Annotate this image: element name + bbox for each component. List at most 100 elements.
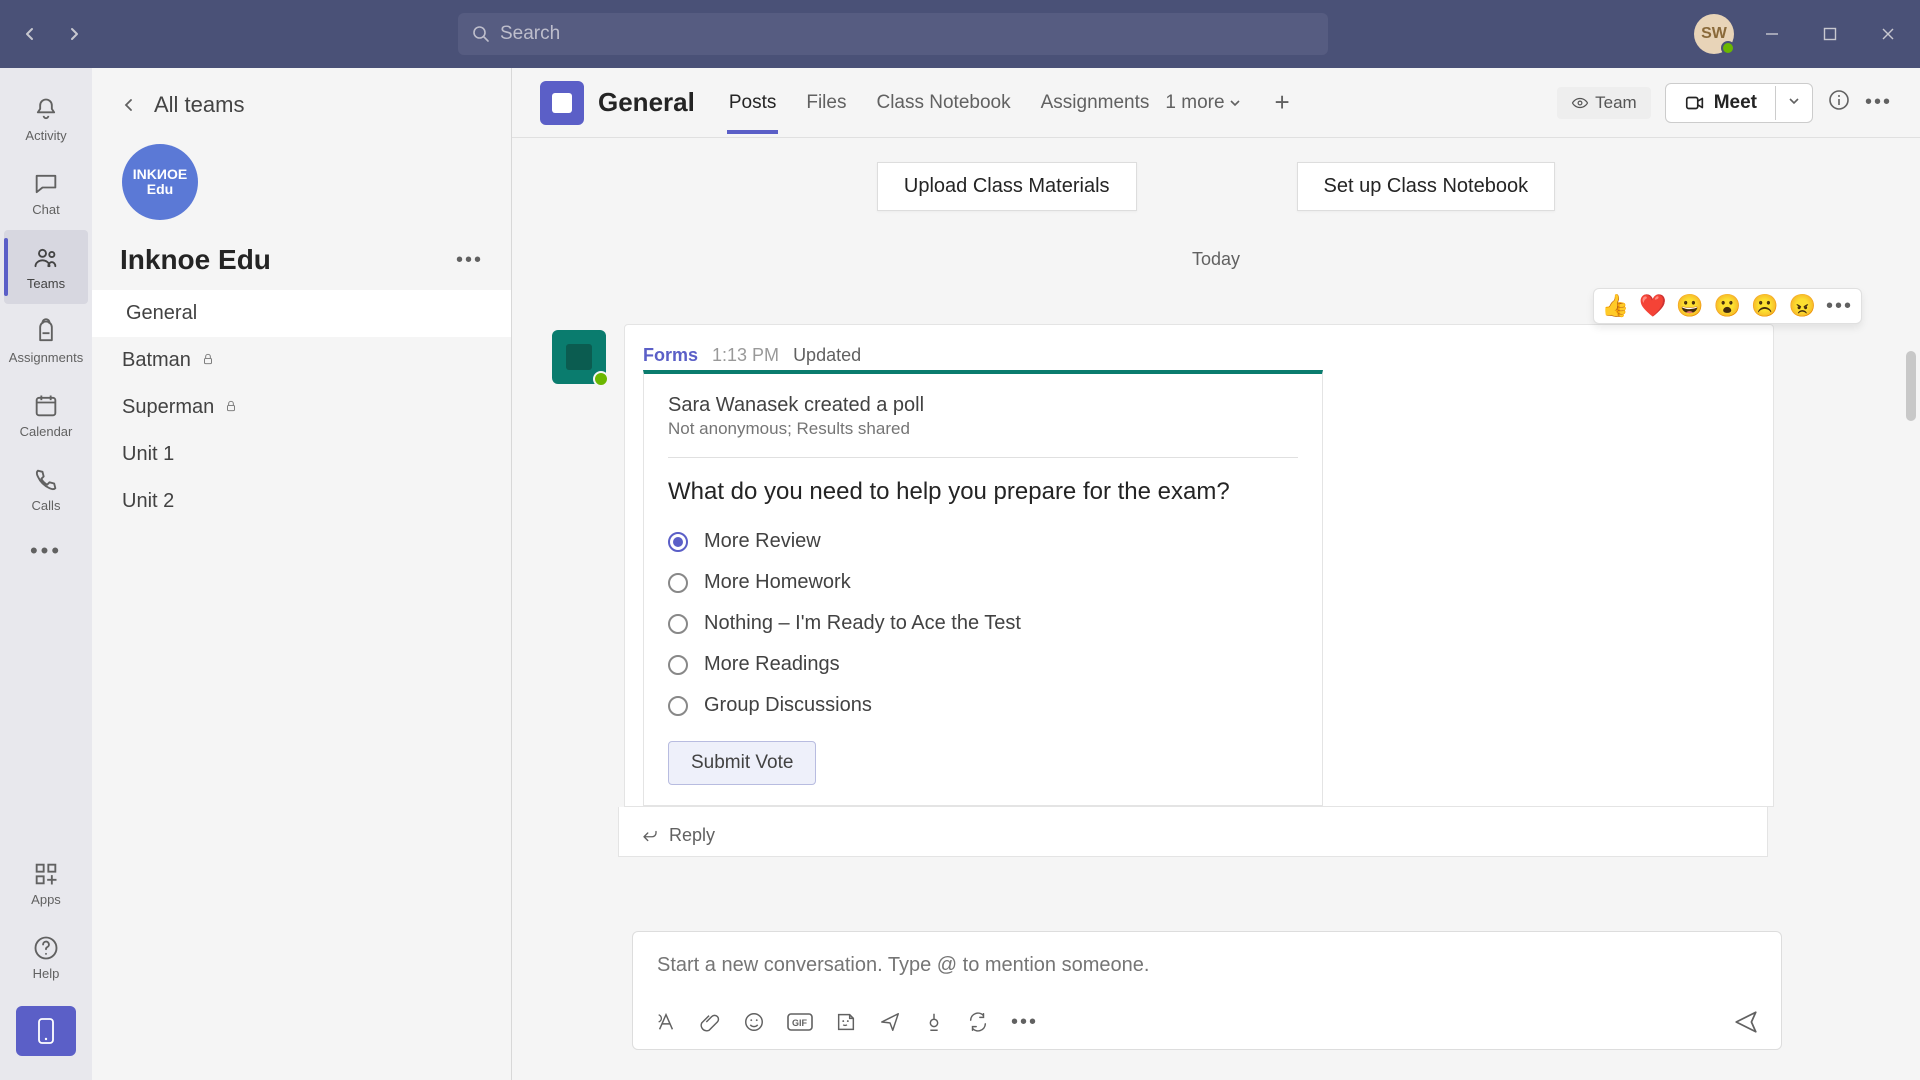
meet-button-group: Meet xyxy=(1665,83,1813,123)
gif-icon[interactable]: GIF xyxy=(787,1011,813,1033)
all-teams-link[interactable]: All teams xyxy=(92,82,511,128)
video-icon xyxy=(1684,92,1706,114)
rail-assignments[interactable]: Assignments xyxy=(4,304,88,378)
schedule-send-icon[interactable] xyxy=(879,1011,901,1033)
team-more-button[interactable]: ••• xyxy=(456,249,483,272)
reaction-like[interactable]: 👍 xyxy=(1602,293,1629,319)
tab-posts[interactable]: Posts xyxy=(727,72,779,134)
window-maximize-button[interactable] xyxy=(1810,18,1850,50)
rail-more[interactable]: ••• xyxy=(4,526,88,576)
reaction-more-button[interactable]: ••• xyxy=(1826,295,1853,318)
meet-dropdown-button[interactable] xyxy=(1775,86,1812,120)
rail-chat[interactable]: Chat xyxy=(4,156,88,230)
reaction-heart[interactable]: ❤️ xyxy=(1639,293,1666,319)
post-app-name[interactable]: Forms xyxy=(643,345,698,366)
radio-button[interactable] xyxy=(668,696,688,716)
channel-item[interactable]: Batman xyxy=(92,337,511,384)
bell-icon xyxy=(32,96,60,124)
rail-teams[interactable]: Teams xyxy=(4,230,88,304)
poll-settings-line: Not anonymous; Results shared xyxy=(668,419,1298,439)
titlebar: SW xyxy=(0,0,1920,68)
radio-button[interactable] xyxy=(668,614,688,634)
nav-forward-button[interactable] xyxy=(56,16,92,52)
window-close-button[interactable] xyxy=(1868,18,1908,50)
reaction-sad[interactable]: ☹️ xyxy=(1751,293,1778,319)
chevron-left-icon xyxy=(122,98,136,112)
team-name-heading: Inknoe Edu xyxy=(120,244,271,276)
header-more-button[interactable]: ••• xyxy=(1865,91,1892,114)
reaction-surprised[interactable]: 😮 xyxy=(1714,293,1741,319)
composer-input[interactable]: Start a new conversation. Type @ to ment… xyxy=(633,932,1781,999)
rail-label: Help xyxy=(33,966,60,981)
channel-item[interactable]: General xyxy=(92,290,511,337)
format-icon[interactable] xyxy=(655,1011,677,1033)
app-rail: Activity Chat Teams Assignments Calendar… xyxy=(0,68,92,1080)
sticker-icon[interactable] xyxy=(835,1011,857,1033)
attach-icon[interactable] xyxy=(699,1011,721,1033)
upload-materials-button[interactable]: Upload Class Materials xyxy=(877,162,1137,211)
tab-files[interactable]: Files xyxy=(804,72,848,134)
tabs-more-button[interactable]: 1 more xyxy=(1165,92,1240,114)
channel-list-panel: All teams INKИOE Edu Inknoe Edu ••• Gene… xyxy=(92,68,512,1080)
reaction-angry[interactable]: 😠 xyxy=(1789,293,1816,319)
poll-creator-line: Sara Wanasek created a poll xyxy=(668,394,1298,417)
channel-item[interactable]: Superman xyxy=(92,384,511,431)
channel-avatar xyxy=(540,81,584,125)
poll-question: What do you need to help you prepare for… xyxy=(668,476,1298,508)
rail-label: Teams xyxy=(27,276,65,291)
rail-calls[interactable]: Calls xyxy=(4,452,88,526)
poll-option[interactable]: More Homework xyxy=(668,571,1298,594)
rail-calendar[interactable]: Calendar xyxy=(4,378,88,452)
chat-icon xyxy=(32,170,60,198)
rail-label: Apps xyxy=(31,892,61,907)
reaction-laugh[interactable]: 😀 xyxy=(1676,293,1703,319)
search-box[interactable] xyxy=(458,13,1328,55)
poll-option[interactable]: Nothing – I'm Ready to Ace the Test xyxy=(668,612,1298,635)
current-user-avatar[interactable]: SW xyxy=(1694,14,1734,54)
rail-help[interactable]: Help xyxy=(4,920,88,994)
content-header: General PostsFilesClass NotebookAssignme… xyxy=(512,68,1920,138)
team-avatar[interactable]: INKИOE Edu xyxy=(122,144,198,220)
content-area: General PostsFilesClass NotebookAssignme… xyxy=(512,68,1920,1080)
channel-item[interactable]: Unit 2 xyxy=(92,478,511,525)
date-divider: Today xyxy=(552,249,1880,270)
setup-notebook-button[interactable]: Set up Class Notebook xyxy=(1297,162,1556,211)
window-minimize-button[interactable] xyxy=(1752,18,1792,50)
channel-info-button[interactable] xyxy=(1827,88,1851,117)
scrollbar-thumb[interactable] xyxy=(1906,351,1916,421)
stream-icon[interactable] xyxy=(923,1011,945,1033)
rail-label: Calendar xyxy=(20,424,73,439)
meet-button[interactable]: Meet xyxy=(1666,84,1775,122)
tab-assignments[interactable]: Assignments xyxy=(1039,72,1152,134)
loop-icon[interactable] xyxy=(967,1011,989,1033)
add-tab-button[interactable]: + xyxy=(1275,87,1290,118)
rail-activity[interactable]: Activity xyxy=(4,82,88,156)
chevron-down-icon xyxy=(1229,97,1241,109)
composer-more-button[interactable]: ••• xyxy=(1011,1011,1038,1034)
people-icon xyxy=(32,244,60,272)
poll-option[interactable]: Group Discussions xyxy=(668,694,1298,717)
mobile-icon xyxy=(36,1017,56,1045)
radio-button[interactable] xyxy=(668,655,688,675)
channel-label: Unit 2 xyxy=(122,490,174,513)
composer-toolbar: GIF ••• xyxy=(633,999,1781,1049)
radio-button[interactable] xyxy=(668,532,688,552)
channel-item[interactable]: Unit 1 xyxy=(92,431,511,478)
channel-label: General xyxy=(126,302,197,325)
avatar-initials: SW xyxy=(1701,25,1727,43)
radio-button[interactable] xyxy=(668,573,688,593)
search-input[interactable] xyxy=(500,23,1314,45)
reply-button[interactable]: Reply xyxy=(618,807,1768,857)
nav-back-button[interactable] xyxy=(12,16,48,52)
poll-option[interactable]: More Readings xyxy=(668,653,1298,676)
submit-vote-button[interactable]: Submit Vote xyxy=(668,741,816,785)
tab-class-notebook[interactable]: Class Notebook xyxy=(874,72,1012,134)
rail-mobile-button[interactable] xyxy=(16,1006,76,1056)
poll-option[interactable]: More Review xyxy=(668,530,1298,553)
rail-apps[interactable]: Apps xyxy=(4,846,88,920)
emoji-icon[interactable] xyxy=(743,1011,765,1033)
send-button[interactable] xyxy=(1733,1009,1759,1035)
team-visibility-pill[interactable]: Team xyxy=(1557,87,1651,119)
lock-icon xyxy=(224,396,238,419)
apps-icon xyxy=(32,860,60,888)
